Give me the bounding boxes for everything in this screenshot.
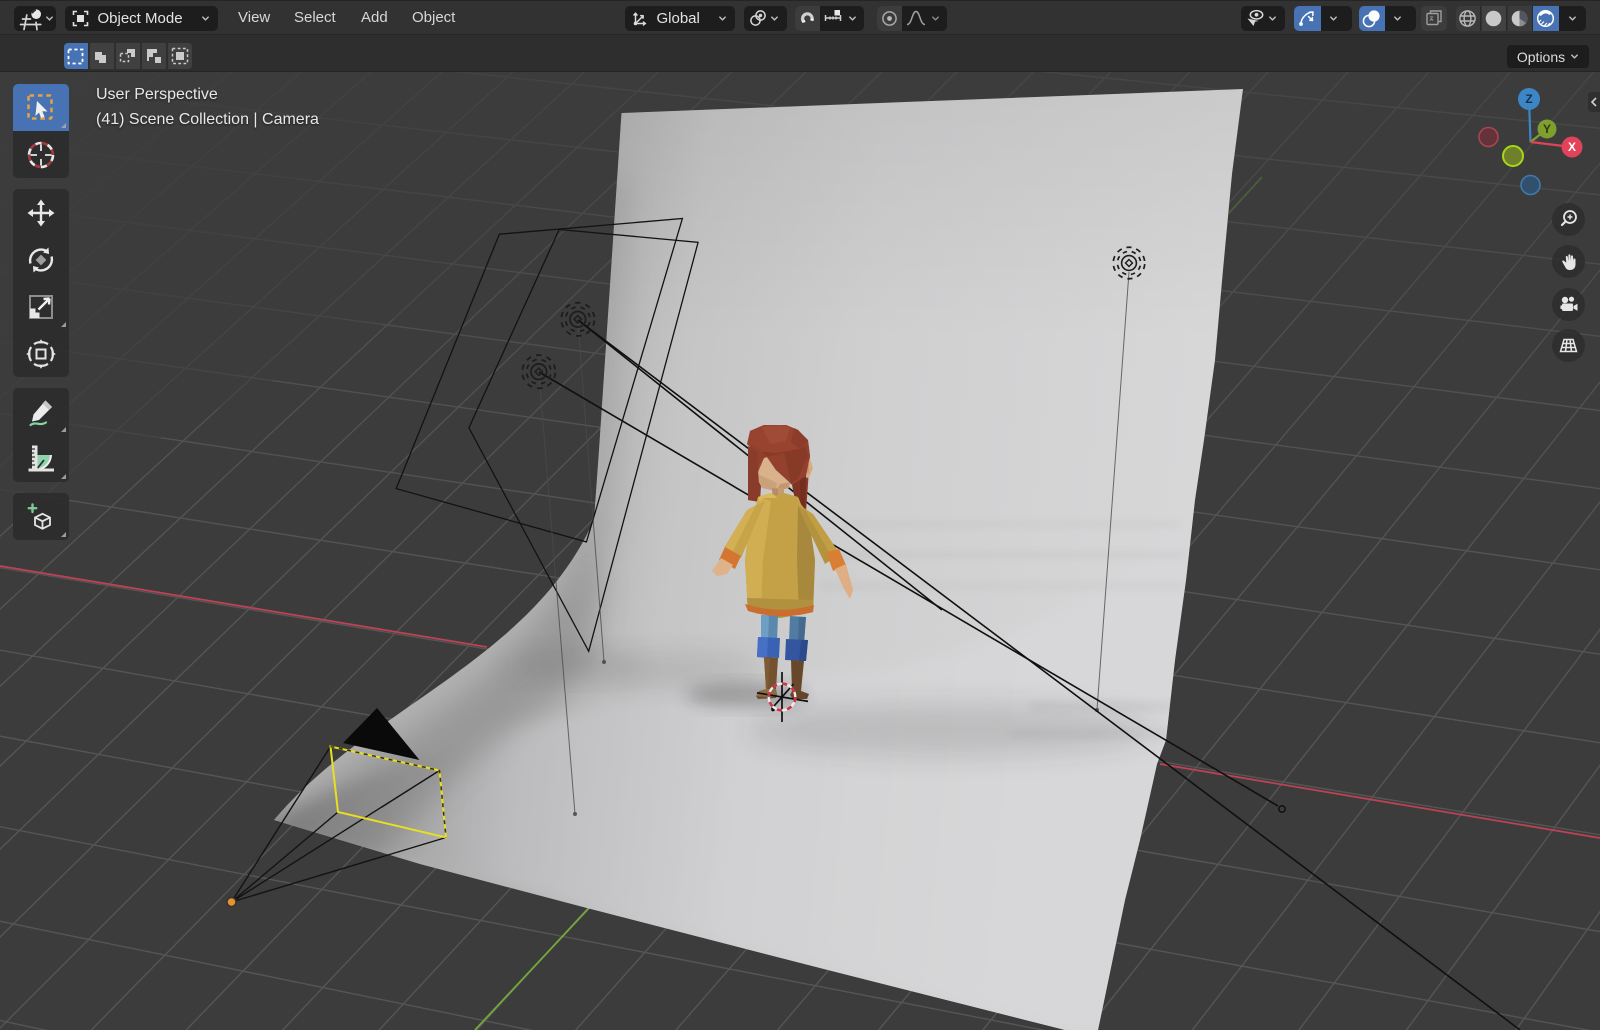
svg-text:Z: Z bbox=[1525, 92, 1532, 106]
svg-text:X: X bbox=[1568, 140, 1576, 154]
svg-text:Y: Y bbox=[1543, 122, 1551, 136]
